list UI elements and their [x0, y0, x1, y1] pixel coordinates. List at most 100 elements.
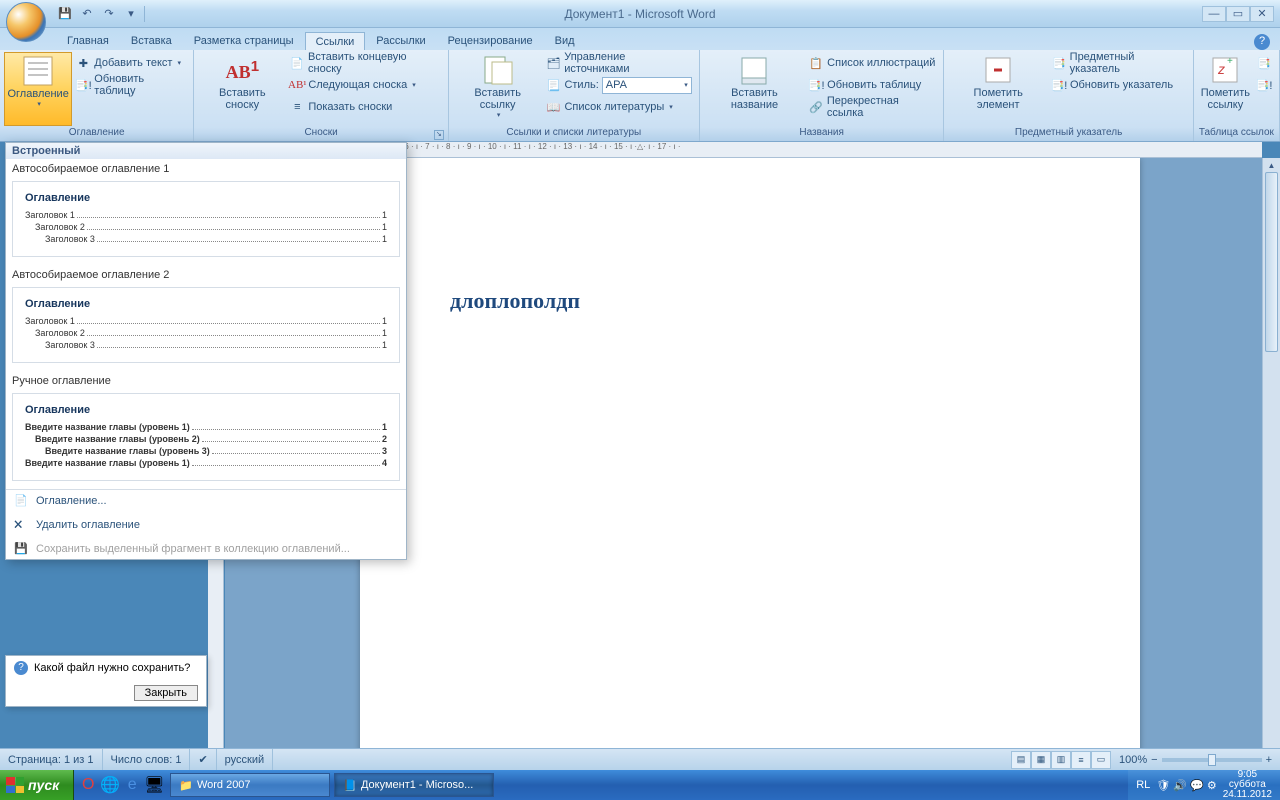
group-toc-label: Оглавление [4, 126, 189, 141]
insert-toa-button[interactable]: 📑 [1253, 52, 1275, 74]
tab-insert[interactable]: Вставка [120, 31, 183, 50]
tab-home[interactable]: Главная [56, 31, 120, 50]
tab-layout[interactable]: Разметка страницы [183, 31, 305, 50]
insert-toc-menu[interactable]: 📄Оглавление... [6, 490, 406, 511]
mark-citation-button[interactable]: z+ Пометить ссылку [1198, 52, 1253, 126]
toc-preview-title: Оглавление [25, 192, 387, 204]
draft-view[interactable]: ▭ [1091, 751, 1111, 769]
word-icon: 📘 [343, 779, 357, 792]
system-tray: RL 🛡 🔊 💬 ⚙ 9:05 суббота 24.11.2012 [1128, 770, 1280, 800]
close-prompt-button[interactable]: Закрыть [134, 685, 198, 701]
toc-row: Введите название главы (уровень 1)1 [25, 422, 387, 432]
qat-customize[interactable]: ▾ [120, 4, 142, 24]
update-toa-icon: 📑! [1256, 77, 1272, 93]
style-icon: 📃 [545, 77, 561, 93]
taskbar-item-folder[interactable]: 📁Word 2007 [170, 773, 330, 797]
maximize-button[interactable]: ▭ [1226, 6, 1250, 22]
gallery-header-builtin: Встроенный [6, 143, 406, 159]
update-toa-button[interactable]: 📑! [1253, 74, 1275, 96]
start-button[interactable]: пуск [0, 770, 74, 800]
footnote-icon: AB1 [226, 54, 258, 86]
word-count[interactable]: Число слов: 1 [103, 749, 191, 771]
update-toc-button[interactable]: 📑!Обновить таблицу [72, 74, 189, 96]
scroll-thumb[interactable] [1265, 172, 1278, 352]
ql-opera[interactable]: O [78, 774, 98, 796]
caption-icon [738, 54, 770, 86]
tab-references[interactable]: Ссылки [305, 32, 366, 50]
insert-index-icon: 📑 [1051, 55, 1067, 71]
save-prompt-text: Какой файл нужно сохранить? [34, 662, 190, 674]
group-toa-label: Таблица ссылок [1198, 126, 1275, 141]
scroll-up-button[interactable]: ▲ [1263, 158, 1280, 172]
insert-citation-button[interactable]: Вставить ссылку▾ [453, 52, 543, 126]
style-select[interactable]: APA▾ [602, 77, 692, 94]
insert-footnote-button[interactable]: AB1 Вставить сноску [198, 52, 286, 126]
group-captions-label: Названия [704, 126, 940, 141]
gallery-auto2-preview[interactable]: Оглавление Заголовок 11 Заголовок 21 Заг… [12, 287, 400, 363]
ql-desktop[interactable]: 🖥 [144, 774, 164, 796]
outline-view[interactable]: ≡ [1071, 751, 1091, 769]
windows-taskbar: пуск O 🌐 e 🖥 📁Word 2007 📘Документ1 - Mic… [0, 770, 1280, 800]
update-index-button[interactable]: 📑!Обновить указатель [1048, 74, 1189, 96]
qat-save[interactable]: 💾 [54, 4, 76, 24]
full-screen-view[interactable]: ▦ [1031, 751, 1051, 769]
figures-icon: 📋 [808, 55, 824, 71]
add-text-button[interactable]: ✚Добавить текст▾ [72, 52, 189, 74]
tray-clock[interactable]: 9:05 суббота 24.11.2012 [1223, 770, 1272, 800]
office-button[interactable] [6, 2, 46, 42]
document-text[interactable]: длоплополдп [360, 158, 1140, 444]
print-layout-view[interactable]: ▤ [1011, 751, 1031, 769]
next-footnote-button[interactable]: AB¹Следующая сноска▾ [286, 74, 444, 96]
spell-check[interactable]: ✔ [190, 749, 216, 771]
web-layout-view[interactable]: ▥ [1051, 751, 1071, 769]
page-status[interactable]: Страница: 1 из 1 [0, 749, 103, 771]
ribbon: Оглавление▾ ✚Добавить текст▾ 📑!Обновить … [0, 50, 1280, 142]
insert-endnote-button[interactable]: 📄Вставить концевую сноску [286, 52, 444, 74]
update-figures-button[interactable]: 📑!Обновить таблицу [805, 74, 939, 96]
toc-button[interactable]: Оглавление▾ [4, 52, 72, 126]
view-buttons: ▤ ▦ ▥ ≡ ▭ 100% − + [1011, 751, 1280, 769]
save-prompt-panel: ? Какой файл нужно сохранить? Закрыть [5, 655, 207, 707]
bibliography-icon: 📖 [545, 99, 561, 115]
bibliography-button[interactable]: 📖Список литературы▾ [542, 96, 694, 118]
tab-view[interactable]: Вид [544, 31, 586, 50]
close-button[interactable]: ✕ [1250, 6, 1274, 22]
zoom-slider[interactable] [1162, 758, 1262, 762]
zoom-knob[interactable] [1208, 754, 1216, 766]
language-status[interactable]: русский [217, 749, 273, 771]
mark-entry-button[interactable]: Пометить элемент [948, 52, 1047, 126]
qat-undo[interactable]: ↶ [76, 4, 98, 24]
footnotes-launcher[interactable]: ↘ [434, 130, 444, 140]
show-notes-button[interactable]: ≡Показать сноски [286, 96, 444, 118]
toc-row: Заголовок 31 [45, 340, 387, 350]
remove-toc-menu[interactable]: 🗙Удалить оглавление [6, 511, 406, 538]
zoom-out[interactable]: − [1151, 754, 1157, 766]
gallery-auto1-preview[interactable]: Оглавление Заголовок 11 Заголовок 21 Заг… [12, 181, 400, 257]
insert-index-button[interactable]: 📑Предметный указатель [1048, 52, 1189, 74]
toc-row: Введите название главы (уровень 1)4 [25, 458, 387, 468]
folder-icon: 📁 [179, 779, 193, 792]
title-bar: 💾 ↶ ↷ ▾ Документ1 - Microsoft Word — ▭ ✕ [0, 0, 1280, 28]
help-button[interactable]: ? [1254, 34, 1270, 50]
cross-reference-button[interactable]: 🔗Перекрестная ссылка [805, 96, 939, 118]
vertical-scrollbar[interactable]: ▲ ▼ [1262, 158, 1280, 766]
document-page[interactable]: длоплополдп [360, 158, 1140, 778]
taskbar-item-word[interactable]: 📘Документ1 - Microso... [334, 773, 494, 797]
ql-ie[interactable]: e [122, 774, 142, 796]
manage-sources-button[interactable]: 🗂Управление источниками [542, 52, 694, 74]
tab-mailings[interactable]: Рассылки [365, 31, 436, 50]
ql-chrome[interactable]: 🌐 [100, 774, 120, 796]
tab-review[interactable]: Рецензирование [437, 31, 544, 50]
insert-caption-button[interactable]: Вставить название [704, 52, 805, 126]
table-of-figures-button[interactable]: 📋Список иллюстраций [805, 52, 939, 74]
remove-toc-icon: 🗙 [14, 515, 30, 534]
citation-icon [482, 54, 514, 86]
endnote-icon: 📄 [289, 55, 305, 71]
gallery-manual-preview[interactable]: Оглавление Введите название главы (урове… [12, 393, 400, 481]
zoom-value[interactable]: 100% [1119, 754, 1147, 766]
tray-icons[interactable]: 🛡 🔊 💬 ⚙ [1156, 779, 1216, 792]
zoom-in[interactable]: + [1266, 754, 1272, 766]
tray-language[interactable]: RL [1136, 779, 1150, 791]
minimize-button[interactable]: — [1202, 6, 1226, 22]
qat-redo[interactable]: ↷ [98, 4, 120, 24]
